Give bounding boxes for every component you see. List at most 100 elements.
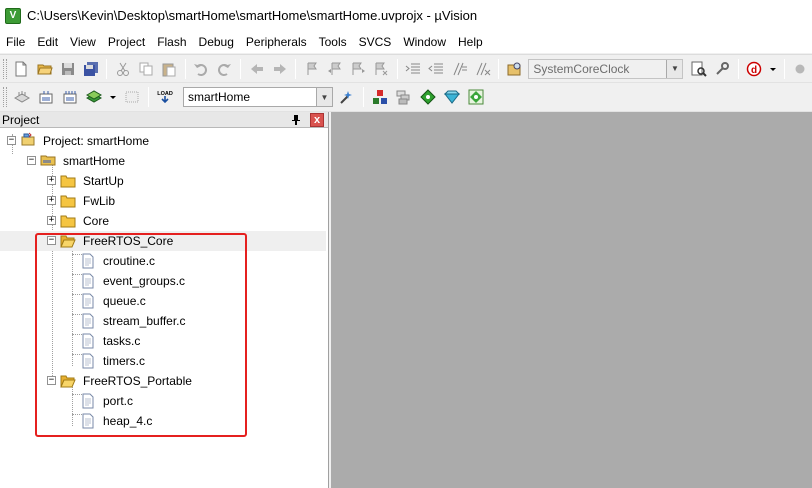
toolbar-grip[interactable]	[3, 58, 7, 79]
expand-icon[interactable]: +	[47, 196, 56, 205]
bookmark-clear-icon[interactable]	[372, 59, 391, 79]
debug-session-icon[interactable]: d	[745, 59, 764, 79]
breakpoint-icon[interactable]	[791, 59, 810, 79]
toolbar-grip[interactable]	[3, 87, 7, 107]
tree-file-timers[interactable]: timers.c	[0, 351, 326, 371]
open-folder-icon	[60, 235, 76, 248]
folder-icon	[60, 195, 76, 208]
target-combo[interactable]: smartHome ▼	[183, 87, 333, 107]
folder-icon	[60, 215, 76, 228]
pin-icon[interactable]	[290, 114, 302, 126]
tree-node-target[interactable]: − smartHome	[0, 151, 326, 171]
open-folder-icon	[60, 375, 76, 388]
menu-file[interactable]: File	[0, 31, 31, 53]
find-icon[interactable]	[689, 59, 708, 79]
expand-icon[interactable]: +	[47, 216, 56, 225]
collapse-icon[interactable]: −	[7, 136, 16, 145]
tree-file-stream-buffer[interactable]: stream_buffer.c	[0, 311, 326, 331]
tree-label: tasks.c	[103, 334, 141, 348]
open-folder-icon[interactable]	[35, 59, 54, 79]
menu-flash[interactable]: Flash	[151, 31, 192, 53]
tree-group-core[interactable]: + Core	[0, 211, 326, 231]
target-combo-value: smartHome	[188, 90, 251, 104]
tree-file-heap-4[interactable]: heap_4.c	[0, 411, 326, 431]
save-icon[interactable]	[58, 59, 77, 79]
tree-file-tasks[interactable]: tasks.c	[0, 331, 326, 351]
chevron-down-icon[interactable]	[768, 59, 778, 79]
tree-node-project[interactable]: − Project: smartHome	[0, 131, 326, 151]
navigate-back-icon[interactable]	[247, 59, 266, 79]
chevron-down-icon[interactable]: ▼	[316, 88, 332, 106]
copy-icon[interactable]	[137, 59, 156, 79]
indent-icon[interactable]	[404, 59, 423, 79]
c-file-icon	[82, 333, 94, 349]
tree-group-freertos-core[interactable]: − FreeRTOS_Core	[0, 231, 326, 251]
manage-rte-icon[interactable]	[418, 87, 438, 107]
comment-icon[interactable]	[450, 59, 469, 79]
tree-label: port.c	[103, 394, 134, 408]
chevron-down-icon[interactable]	[108, 87, 118, 107]
toolbar-separator	[737, 58, 739, 79]
bookmark-icon[interactable]	[302, 59, 321, 79]
function-combo[interactable]: SystemCoreClock ▼	[528, 58, 684, 79]
tree-file-port[interactable]: port.c	[0, 391, 326, 411]
file-toolbar: SystemCoreClock ▼ d	[0, 54, 812, 83]
menu-project[interactable]: Project	[102, 31, 151, 53]
menu-svcs[interactable]: SVCS	[353, 31, 398, 53]
bookmark-prev-icon[interactable]	[325, 59, 344, 79]
uncomment-icon[interactable]	[473, 59, 492, 79]
menu-edit[interactable]: Edit	[31, 31, 64, 53]
collapse-icon[interactable]: −	[47, 236, 56, 245]
tree-group-freertos-portable[interactable]: − FreeRTOS_Portable	[0, 371, 326, 391]
find-in-files-icon[interactable]	[505, 59, 524, 79]
tree-file-queue[interactable]: queue.c	[0, 291, 326, 311]
collapse-icon[interactable]: −	[27, 156, 36, 165]
tree-group-startup[interactable]: + StartUp	[0, 171, 326, 191]
menu-tools[interactable]: Tools	[313, 31, 353, 53]
target-options-icon[interactable]	[337, 87, 357, 107]
pack-installer-icon[interactable]	[442, 87, 462, 107]
unindent-icon[interactable]	[427, 59, 446, 79]
manage-project-items-icon[interactable]	[370, 87, 390, 107]
redo-icon[interactable]	[215, 59, 234, 79]
stop-build-icon[interactable]	[122, 87, 142, 107]
save-all-icon[interactable]	[81, 59, 100, 79]
load-download-icon[interactable]: LOAD	[155, 87, 175, 107]
toolbar-separator	[240, 58, 242, 79]
menu-help[interactable]: Help	[452, 31, 489, 53]
tree-label: Project: smartHome	[43, 134, 150, 148]
cut-icon[interactable]	[113, 59, 132, 79]
new-file-icon[interactable]	[12, 59, 31, 79]
folder-icon	[60, 175, 76, 188]
title-bar: V C:\Users\Kevin\Desktop\smartHome\smart…	[0, 0, 812, 31]
build-icon[interactable]	[36, 87, 56, 107]
project-panel-title: Project	[2, 112, 40, 127]
component-installer-icon[interactable]	[466, 87, 486, 107]
close-panel-icon[interactable]: x	[310, 113, 324, 127]
batch-build-icon[interactable]	[84, 87, 104, 107]
tree-group-fwlib[interactable]: + FwLib	[0, 191, 326, 211]
tree-file-croutine[interactable]: croutine.c	[0, 251, 326, 271]
expand-icon[interactable]: +	[47, 176, 56, 185]
toolbar-separator	[783, 58, 785, 79]
tree-file-event-groups[interactable]: event_groups.c	[0, 271, 326, 291]
translate-icon[interactable]	[12, 87, 32, 107]
bookmark-next-icon[interactable]	[349, 59, 368, 79]
tree-label: timers.c	[103, 354, 145, 368]
chevron-down-icon[interactable]: ▼	[666, 59, 683, 78]
rebuild-icon[interactable]	[60, 87, 80, 107]
function-combo-value: SystemCoreClock	[533, 61, 630, 76]
configure-icon[interactable]	[713, 59, 732, 79]
tree-label: heap_4.c	[103, 414, 153, 428]
paste-icon[interactable]	[160, 59, 179, 79]
select-packs-icon[interactable]	[394, 87, 414, 107]
tree-label: queue.c	[103, 294, 146, 308]
menu-debug[interactable]: Debug	[193, 31, 240, 53]
navigate-forward-icon[interactable]	[270, 59, 289, 79]
toolbar-separator	[106, 58, 108, 79]
menu-view[interactable]: View	[64, 31, 102, 53]
undo-icon[interactable]	[192, 59, 211, 79]
menu-peripherals[interactable]: Peripherals	[240, 31, 313, 53]
menu-window[interactable]: Window	[397, 31, 452, 53]
collapse-icon[interactable]: −	[47, 376, 56, 385]
